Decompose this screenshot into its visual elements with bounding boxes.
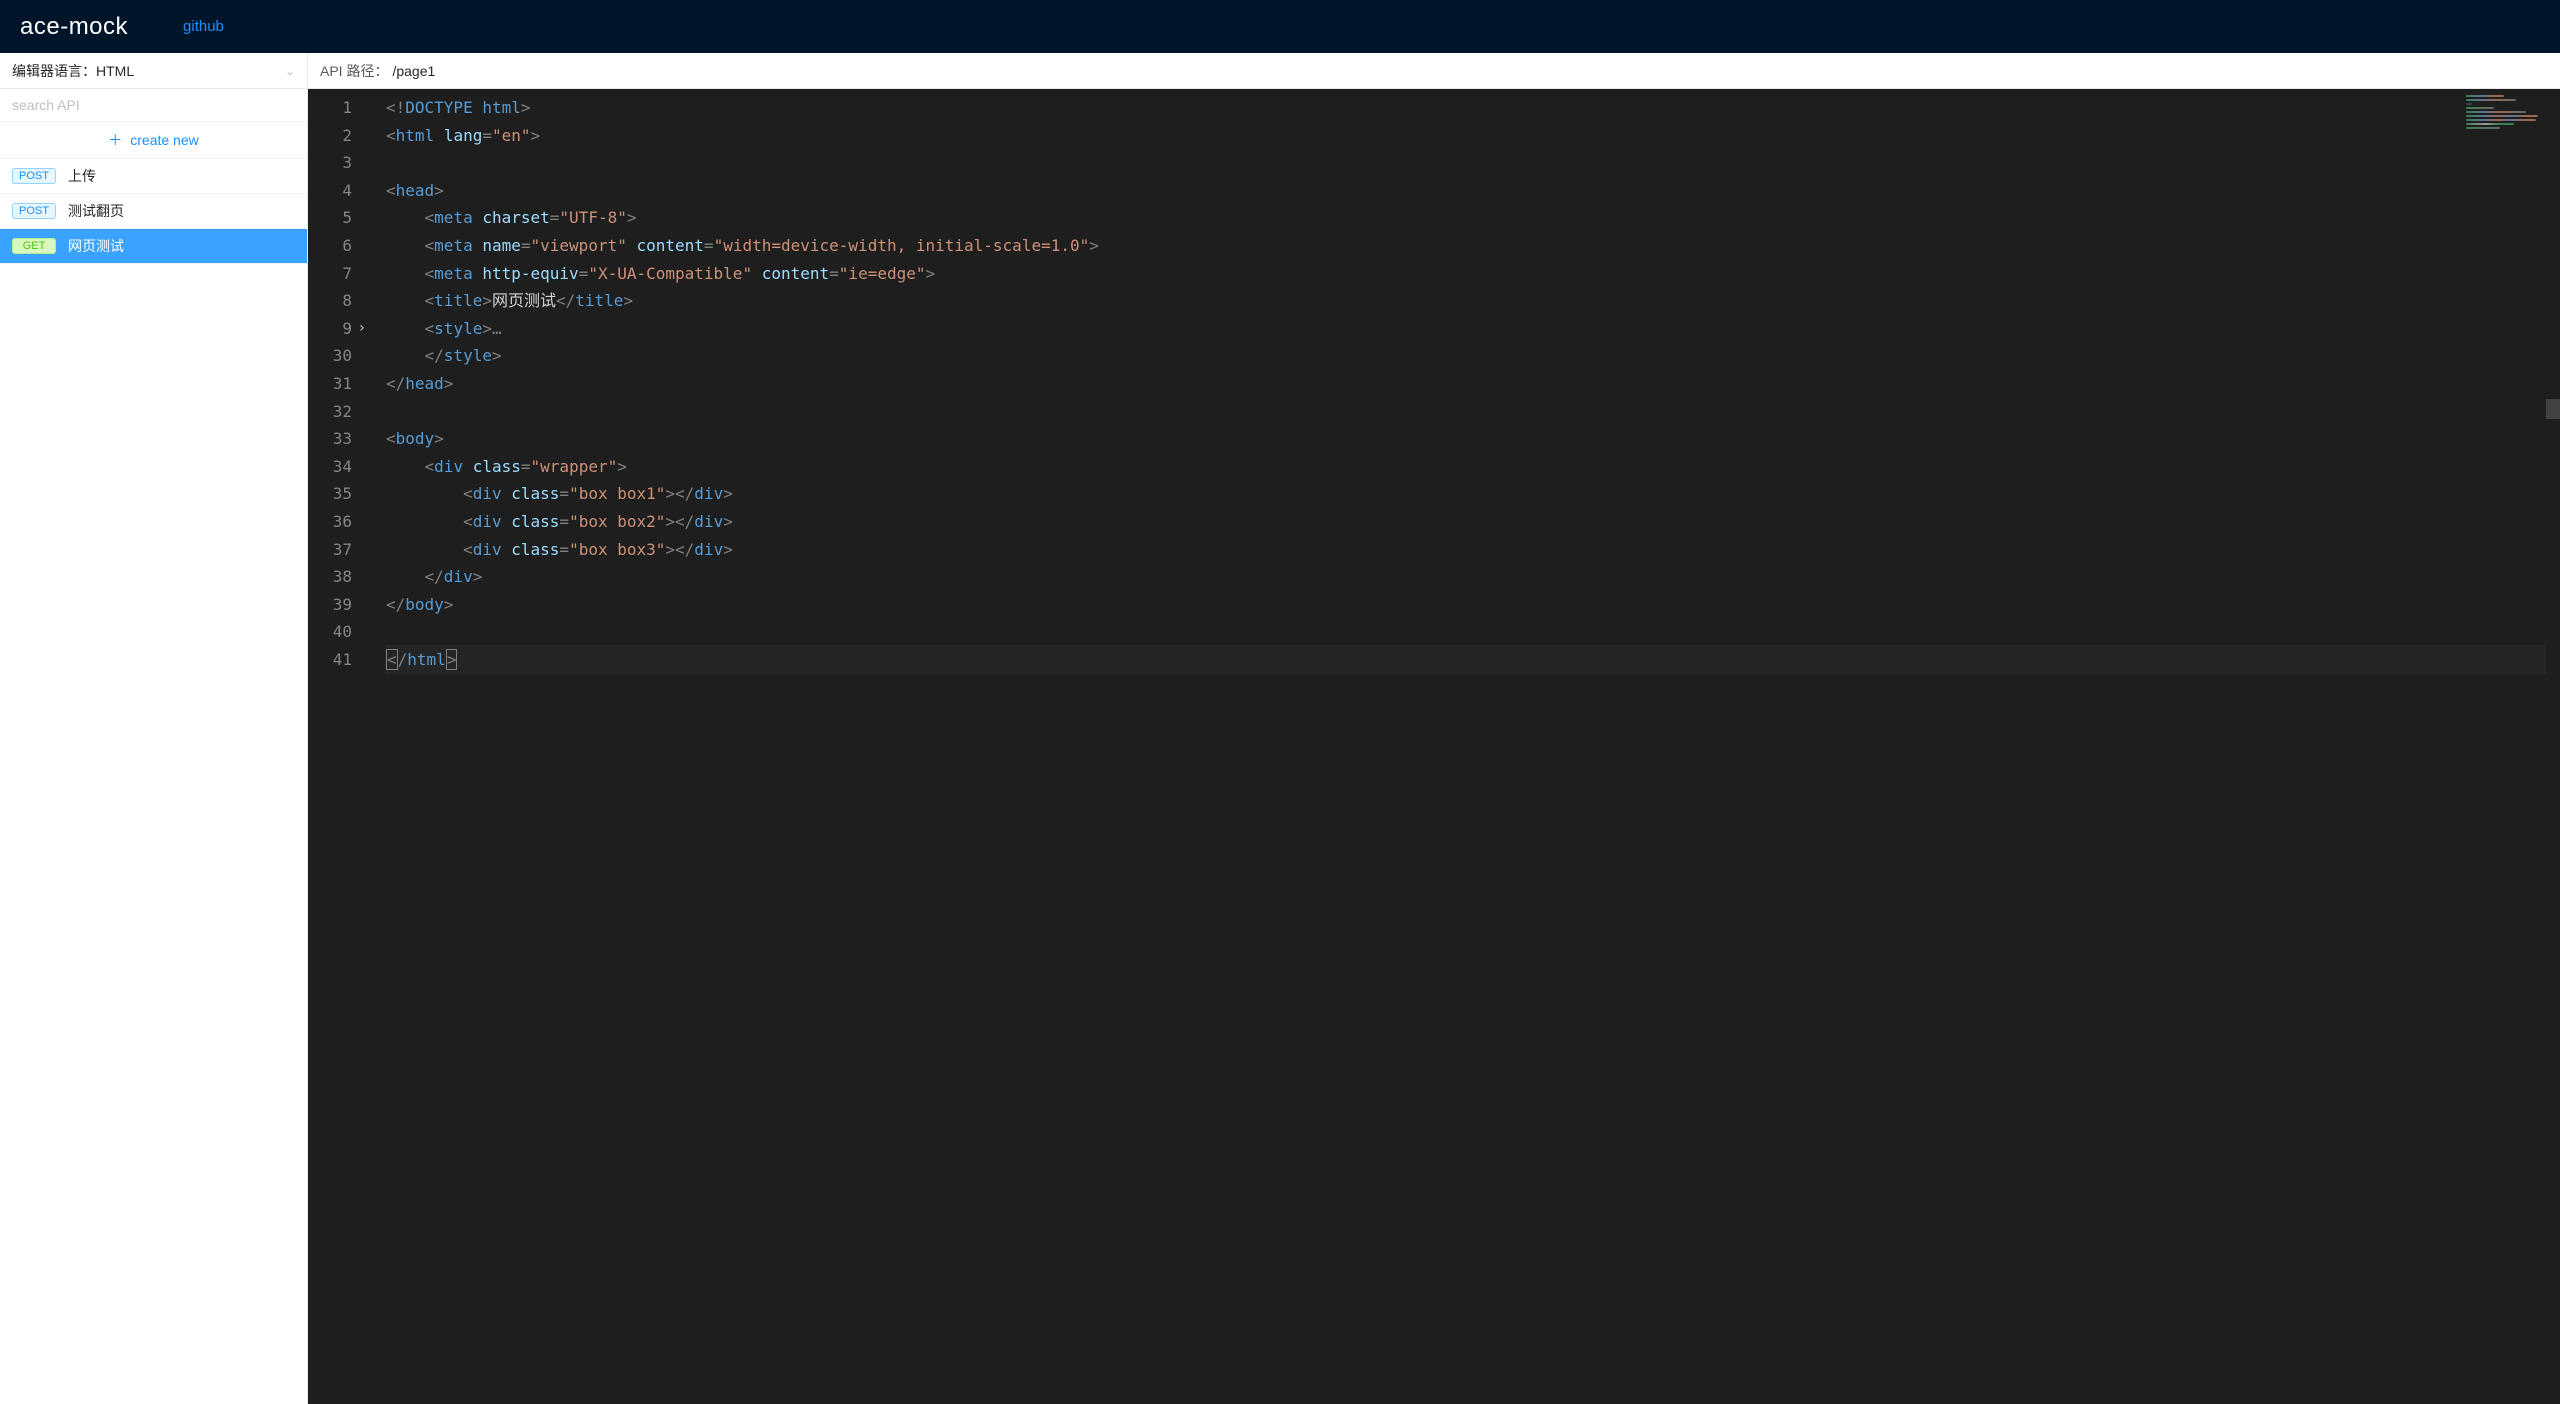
search-input[interactable] xyxy=(0,89,307,121)
code-line[interactable]: </div> xyxy=(386,563,2546,591)
api-item-label: 上传 xyxy=(68,166,96,186)
line-number: 3 xyxy=(308,149,352,177)
create-new-button[interactable]: ＋ create new xyxy=(0,122,307,159)
code-line[interactable]: <div class="wrapper"> xyxy=(386,453,2546,481)
line-number: 35 xyxy=(308,480,352,508)
code-line[interactable]: <html lang="en"> xyxy=(386,122,2546,150)
code-line[interactable]: <title>网页测试</title> xyxy=(386,287,2546,315)
editor-gutter: 123456789›303132333435363738394041 xyxy=(308,89,370,1404)
editor-code-area[interactable]: <!DOCTYPE html><html lang="en"> <head> <m… xyxy=(386,89,2546,1404)
editor-scrollbar[interactable] xyxy=(2546,89,2560,1404)
main-area: ＋ create new POST上传POST测试翻页GET网页测试 12345… xyxy=(0,89,2560,1404)
chevron-down-icon: ⌄ xyxy=(285,64,295,78)
line-number: 5 xyxy=(308,204,352,232)
code-line[interactable]: </style> xyxy=(386,342,2546,370)
method-badge: GET xyxy=(12,238,56,254)
method-badge: POST xyxy=(12,203,56,219)
create-new-label: create new xyxy=(130,132,198,148)
api-path-value: /page1 xyxy=(392,63,435,79)
code-line[interactable]: </body> xyxy=(386,591,2546,619)
brand-title: ace-mock xyxy=(20,13,128,41)
search-box xyxy=(0,89,307,122)
sidebar-item-api[interactable]: GET 网页测试 xyxy=(0,229,307,264)
code-line[interactable] xyxy=(386,149,2546,177)
api-path-bar: API 路径： /page1 xyxy=(308,53,2560,88)
subheader: 编辑器语言：HTML ⌄ API 路径： /page1 xyxy=(0,53,2560,89)
method-badge: POST xyxy=(12,168,56,184)
plus-icon: ＋ xyxy=(108,133,122,147)
code-line[interactable]: <div class="box box3"></div> xyxy=(386,536,2546,564)
code-editor[interactable]: 123456789›303132333435363738394041 <!DOC… xyxy=(308,89,2560,1404)
api-path-label: API 路径： xyxy=(320,61,388,81)
line-number: 40 xyxy=(308,618,352,646)
fold-caret-icon[interactable]: › xyxy=(358,315,366,343)
code-line[interactable]: <meta name="viewport" content="width=dev… xyxy=(386,232,2546,260)
line-number: 41 xyxy=(308,646,352,674)
code-line[interactable]: <style>… xyxy=(386,315,2546,343)
scroll-thumb[interactable] xyxy=(2546,399,2560,419)
line-number: 7 xyxy=(308,260,352,288)
language-select-label: 编辑器语言：HTML xyxy=(12,61,134,81)
code-line[interactable]: <div class="box box2"></div> xyxy=(386,508,2546,536)
app-header: ace-mock github xyxy=(0,0,2560,53)
code-line[interactable] xyxy=(386,398,2546,426)
line-number: 34 xyxy=(308,453,352,481)
code-line[interactable]: <!DOCTYPE html> xyxy=(386,94,2546,122)
code-line[interactable] xyxy=(386,618,2546,646)
line-number: 30 xyxy=(308,342,352,370)
line-number: 1 xyxy=(308,94,352,122)
sidebar-item-api[interactable]: POST 测试翻页 xyxy=(0,194,307,229)
code-line[interactable]: <head> xyxy=(386,177,2546,205)
github-link[interactable]: github xyxy=(183,18,224,35)
api-item-label: 测试翻页 xyxy=(68,201,124,221)
line-number: 9› xyxy=(308,315,352,343)
code-line[interactable]: </html> xyxy=(386,646,2546,674)
api-item-label: 网页测试 xyxy=(68,236,124,256)
code-line[interactable]: <meta charset="UTF-8"> xyxy=(386,204,2546,232)
code-line[interactable]: <div class="box box1"></div> xyxy=(386,480,2546,508)
line-number: 2 xyxy=(308,122,352,150)
line-number: 32 xyxy=(308,398,352,426)
line-number: 8 xyxy=(308,287,352,315)
line-number: 36 xyxy=(308,508,352,536)
line-number: 4 xyxy=(308,177,352,205)
line-number: 37 xyxy=(308,536,352,564)
code-line[interactable]: </head> xyxy=(386,370,2546,398)
line-number: 38 xyxy=(308,563,352,591)
sidebar-item-api[interactable]: POST 上传 xyxy=(0,159,307,194)
code-line[interactable]: <meta http-equiv="X-UA-Compatible" conte… xyxy=(386,260,2546,288)
sidebar: ＋ create new POST 上传 POST 测试翻页 GET 网页测试 xyxy=(0,89,308,1404)
line-number: 6 xyxy=(308,232,352,260)
api-list: POST 上传 POST 测试翻页 GET 网页测试 xyxy=(0,159,307,1404)
line-number: 31 xyxy=(308,370,352,398)
line-number: 39 xyxy=(308,591,352,619)
language-select[interactable]: 编辑器语言：HTML ⌄ xyxy=(0,53,308,88)
line-number: 33 xyxy=(308,425,352,453)
code-line[interactable]: <body> xyxy=(386,425,2546,453)
